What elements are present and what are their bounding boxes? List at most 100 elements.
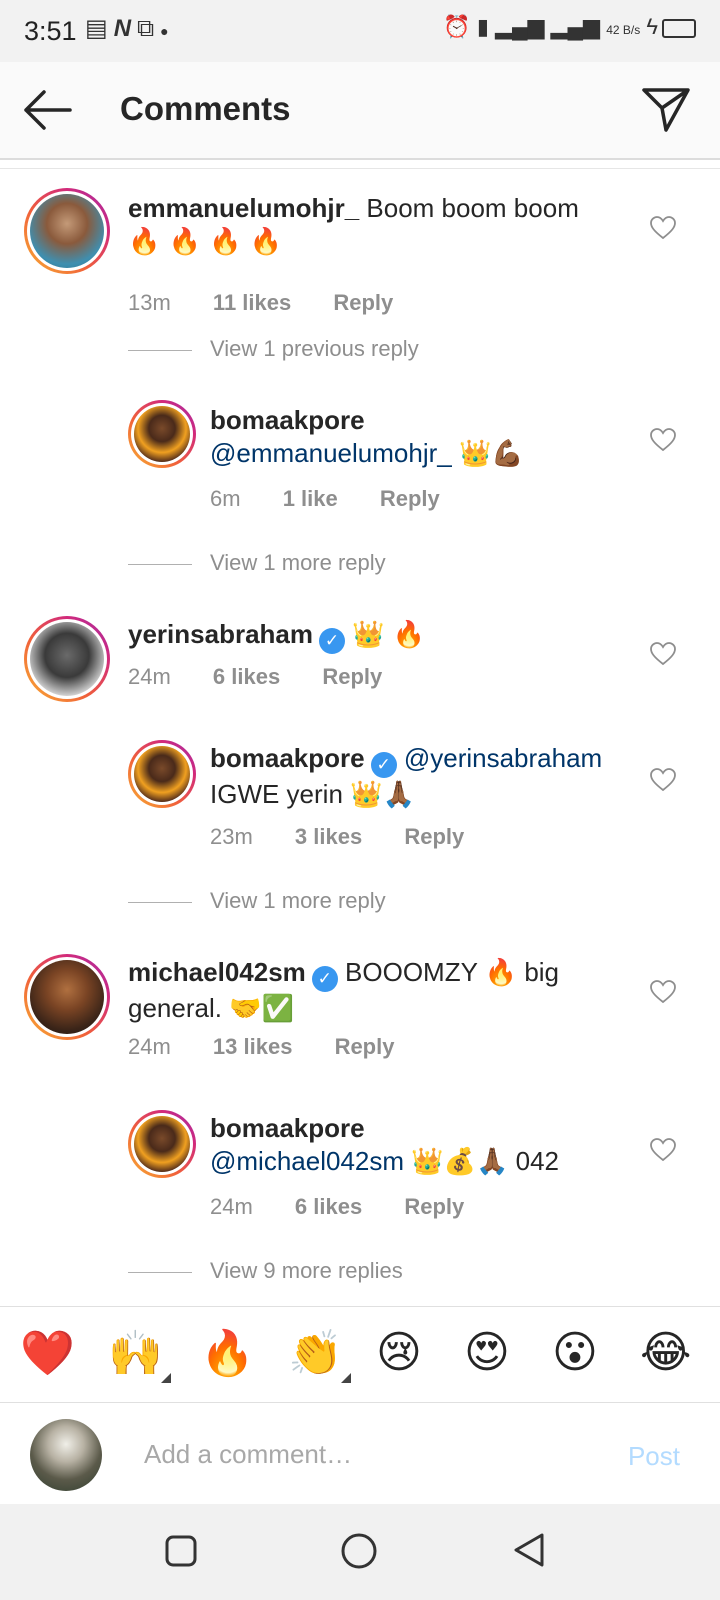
avatar-photo [30, 194, 104, 268]
mention-link[interactable]: @emmanuelumohjr_ [210, 438, 452, 468]
page-title: Comments [120, 90, 291, 127]
mention-link[interactable]: @michael042sm [210, 1146, 404, 1176]
vibrate-icon: ▮ [476, 14, 489, 39]
avatar[interactable] [24, 616, 110, 702]
raising-hands-icon: 🙌 [108, 1328, 163, 1379]
n-icon: N [113, 15, 138, 42]
clap-icon: 👏 [288, 1328, 343, 1379]
clap-reaction[interactable]: 👏 [288, 1327, 351, 1383]
verified-badge-icon: ✓ [370, 752, 397, 778]
reply-button[interactable]: Reply [380, 486, 440, 511]
divider-line [128, 349, 192, 351]
network-speed: 42 B/s [606, 23, 641, 37]
view-replies-label: View 1 previous reply [210, 336, 419, 361]
raising-hands-reaction[interactable]: 🙌 [108, 1327, 171, 1383]
comment-text: Boom boom boom [366, 193, 579, 223]
back-nav-icon[interactable] [512, 1532, 546, 1568]
avatar-photo [30, 960, 104, 1034]
heart-icon[interactable] [650, 216, 676, 240]
likes-count[interactable]: 11 likes [213, 290, 291, 315]
news-icon: ▤ [85, 15, 114, 42]
signal-2-icon: ▂▄▆ [550, 14, 601, 39]
comment-input[interactable]: Add a comment… [144, 1439, 352, 1470]
surprised-reaction[interactable]: 😮 [552, 1327, 598, 1378]
alarm-icon: ⏰ [443, 14, 471, 39]
reply-button[interactable]: Reply [322, 664, 382, 689]
username[interactable]: bomaakpore [210, 1113, 365, 1143]
username[interactable]: emmanuelumohjr_ [128, 193, 359, 223]
comment-composer: Add a comment… Post [0, 1402, 720, 1503]
timestamp: 24m [128, 1034, 171, 1059]
view-more-replies[interactable]: View 1 more reply [128, 550, 386, 576]
crying-reaction[interactable]: 😢 [376, 1327, 422, 1378]
likes-count[interactable]: 1 like [283, 486, 338, 511]
heart-icon[interactable] [650, 1138, 676, 1162]
avatar[interactable] [128, 740, 196, 808]
avatar[interactable] [24, 954, 110, 1040]
heart-eyes-reaction[interactable]: 😍 [464, 1327, 510, 1378]
charging-icon: ϟ [646, 14, 658, 39]
top-bar: Comments [0, 62, 720, 160]
direct-share-icon[interactable] [640, 84, 692, 134]
timestamp: 24m [128, 664, 171, 689]
fire-reaction[interactable]: 🔥 [200, 1327, 255, 1379]
comment-body: bomaakpore @emmanuelumohjr_ 👑💪🏾 [210, 404, 610, 471]
comment-text: BOOOMZY [345, 957, 478, 987]
avatar[interactable] [128, 1110, 196, 1178]
heart-icon[interactable] [650, 768, 676, 792]
comment-emoji: 👑🙏🏾 [350, 780, 415, 810]
timestamp: 6m [210, 486, 241, 511]
timestamp: 13m [128, 290, 171, 315]
likes-count[interactable]: 6 likes [213, 664, 280, 689]
view-more-replies[interactable]: View 1 more reply [128, 888, 386, 914]
likes-count[interactable]: 6 likes [295, 1194, 362, 1219]
heart-reaction[interactable]: ❤️ [20, 1327, 75, 1379]
comment-meta: 24m 6 likes Reply [128, 664, 418, 690]
view-previous-replies[interactable]: View 1 previous reply [128, 336, 419, 362]
view-replies-label: View 1 more reply [210, 550, 386, 575]
reply-button[interactable]: Reply [333, 290, 393, 315]
verified-badge-icon: ✓ [311, 966, 338, 992]
post-button[interactable]: Post [628, 1441, 680, 1472]
status-bar: 3:51 ▤N⧉● ⏰ ▮ ▂▄▆ ▂▄▆ 42 B/s ϟ [0, 0, 720, 62]
username[interactable]: bomaakpore [210, 743, 365, 773]
comment-meta: 23m 3 likes Reply [210, 824, 500, 850]
divider-line [128, 563, 192, 565]
comment-body: bomaakpore ✓ @yerinsabraham IGWE yerin 👑🙏… [210, 742, 630, 812]
system-nav-bar [0, 1504, 720, 1600]
sync-icon: ⧉ [137, 15, 161, 42]
reply-button[interactable]: Reply [335, 1034, 395, 1059]
home-icon[interactable] [340, 1532, 378, 1570]
username[interactable]: bomaakpore [210, 405, 365, 435]
laughing-reaction[interactable]: 😂 [640, 1327, 691, 1378]
reply-button[interactable]: Reply [404, 824, 464, 849]
reply-button[interactable]: Reply [404, 1194, 464, 1219]
username[interactable]: michael042sm [128, 957, 306, 987]
comment-meta: 24m 13 likes Reply [128, 1034, 430, 1060]
comment-text: 042 [515, 1146, 560, 1176]
timestamp: 24m [210, 1194, 253, 1219]
divider-line [128, 1271, 192, 1273]
heart-icon[interactable] [650, 428, 676, 452]
comment-text: IGWE yerin [210, 779, 343, 809]
avatar[interactable] [24, 188, 110, 274]
comment-body: michael042sm ✓ BOOOMZY 🔥 big general. 🤝✅ [128, 956, 608, 1026]
username[interactable]: yerinsabraham [128, 619, 313, 649]
comment-emoji: 👑 🔥 [352, 620, 426, 650]
avatar[interactable] [128, 400, 196, 468]
comments-list[interactable]: emmanuelumohjr_ Boom boom boom 🔥 🔥 🔥 🔥 1… [0, 170, 720, 1306]
heart-icon[interactable] [650, 642, 676, 666]
recents-icon[interactable] [164, 1534, 198, 1568]
likes-count[interactable]: 13 likes [213, 1034, 293, 1059]
signal-icon: ▂▄▆ [495, 14, 545, 39]
quick-reactions-bar: ❤️ 🙌 🔥 👏 😢 😍 😮 😂 [0, 1306, 720, 1403]
heart-icon[interactable] [650, 980, 676, 1004]
header-divider [0, 160, 720, 169]
comment-emoji: 👑💰🙏🏾 [411, 1147, 509, 1177]
view-more-replies[interactable]: View 9 more replies [128, 1258, 403, 1284]
verified-badge-icon: ✓ [318, 628, 345, 654]
comment-emoji: 🤝✅ [229, 994, 294, 1024]
back-arrow-icon[interactable] [20, 86, 74, 134]
mention-link[interactable]: @yerinsabraham [404, 743, 602, 773]
likes-count[interactable]: 3 likes [295, 824, 362, 849]
